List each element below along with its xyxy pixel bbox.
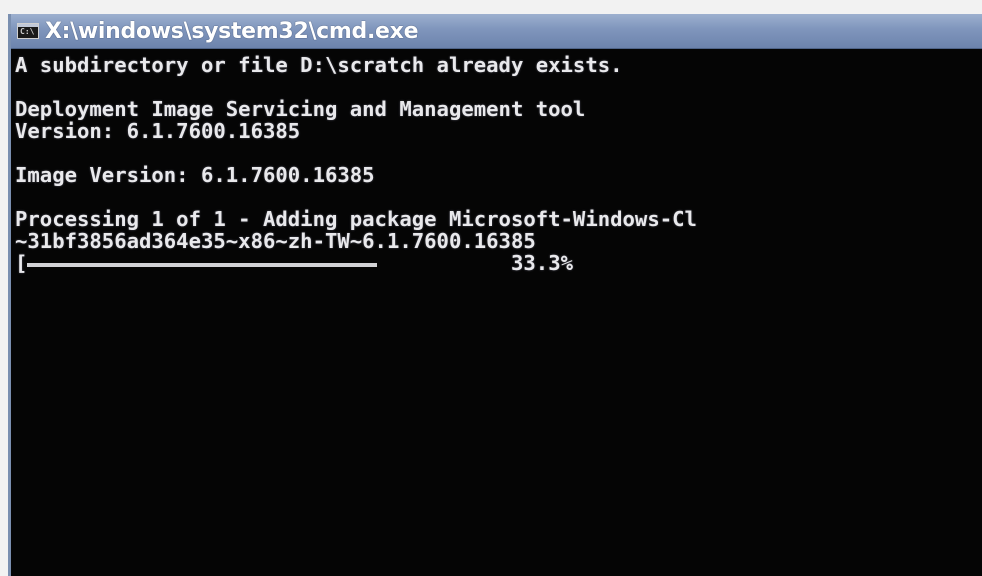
console-line: ~31bf3856ad364e35~x86~zh-TW~6.1.7600.163… bbox=[15, 229, 536, 253]
progress-percent: 33.3% bbox=[511, 251, 573, 275]
console-line: Processing 1 of 1 - Adding package Micro… bbox=[15, 207, 697, 231]
console-line: Version: 6.1.7600.16385 bbox=[15, 119, 301, 143]
console-line: A subdirectory or file D:\scratch alread… bbox=[15, 54, 623, 77]
console-line: Image Version: 6.1.7600.16385 bbox=[15, 163, 375, 187]
title-bar[interactable]: C:\ X:\windows\system32\cmd.exe bbox=[11, 14, 982, 49]
window-title: X:\windows\system32\cmd.exe bbox=[45, 18, 419, 44]
cmd-icon[interactable]: C:\ bbox=[17, 23, 39, 39]
cmd-window[interactable]: C:\ X:\windows\system32\cmd.exe A subdir… bbox=[8, 14, 982, 576]
console-line: Deployment Image Servicing and Managemen… bbox=[15, 97, 586, 121]
progress-bracket: [ bbox=[15, 251, 28, 275]
console-output[interactable]: A subdirectory or file D:\scratch alread… bbox=[15, 54, 982, 576]
progress-bar: [ 33.3% bbox=[15, 252, 982, 274]
progress-fill bbox=[27, 263, 377, 267]
